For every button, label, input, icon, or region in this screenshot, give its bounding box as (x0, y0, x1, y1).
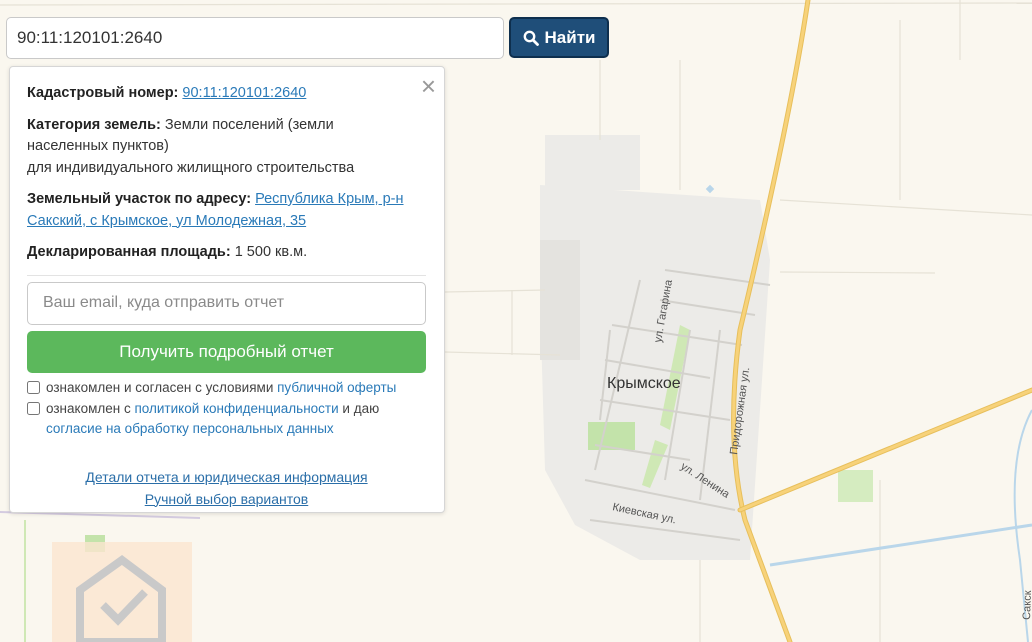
category-row: Категория земель: Земли поселений (земли… (27, 115, 426, 180)
category-value-line3: для индивидуального жилищного строительс… (27, 159, 355, 176)
address-link-line2[interactable]: Сакский, с Крымское, ул Молодежная, 35 (27, 213, 306, 229)
town-label: Крымское (607, 375, 681, 392)
area-label: Декларированная площадь: (27, 244, 231, 260)
privacy-consent[interactable]: ознакомлен с политикой конфиденциальност… (27, 399, 426, 439)
report-details-link[interactable]: Детали отчета и юридическая информация (85, 469, 367, 485)
search-button-label: Найти (544, 27, 596, 47)
area-row: Декларированная площадь: 1 500 кв.м. (27, 242, 426, 264)
cadastral-row: Кадастровый номер: 90:11:120101:2640 (27, 83, 426, 105)
category-label: Категория земель: (27, 116, 161, 133)
offer-consent-checkbox[interactable] (27, 380, 40, 394)
street-label: Сакск (1021, 590, 1032, 620)
privacy-policy-link[interactable]: политикой конфиденциальности (134, 401, 338, 416)
area-value: 1 500 кв.м. (234, 244, 308, 260)
watermark-logo-icon (52, 542, 192, 642)
personal-data-consent-link[interactable]: согласие на обработку персональных данны… (46, 421, 334, 436)
email-field[interactable] (27, 281, 426, 325)
cadastral-number-link[interactable]: 90:11:120101:2640 (182, 85, 306, 101)
cadastral-label: Кадастровый номер: (27, 85, 179, 101)
category-value-line2: населенных пунктов) (27, 138, 169, 154)
category-value: Земли поселений (земли (164, 116, 334, 133)
offer-consent-text: ознакомлен и согласен с условиями публич… (46, 379, 397, 395)
search-input[interactable] (6, 17, 504, 59)
privacy-consent-checkbox[interactable] (27, 401, 40, 415)
address-label: Земельный участок по адресу: (27, 191, 252, 207)
search-button[interactable]: Найти (509, 17, 609, 58)
address-link[interactable]: Республика Крым, р-н (255, 191, 403, 207)
privacy-consent-text: ознакомлен с политикой конфиденциальност… (46, 400, 380, 436)
public-offer-link[interactable]: публичной оферты (277, 380, 396, 395)
get-report-button[interactable]: Получить подробный отчет (27, 330, 426, 373)
offer-consent[interactable]: ознакомлен и согласен с условиями публич… (27, 378, 426, 398)
manual-selection-link[interactable]: Ручной выбор вариантов (145, 491, 309, 507)
close-icon[interactable]: × (421, 71, 436, 101)
parcel-info-panel: × Кадастровый номер: 90:11:120101:2640 К… (9, 66, 445, 513)
address-row: Земельный участок по адресу: Республика … (27, 189, 426, 232)
divider (27, 274, 426, 276)
search-icon (523, 30, 539, 46)
footer-links: Детали отчета и юридическая информация Р… (27, 466, 426, 510)
